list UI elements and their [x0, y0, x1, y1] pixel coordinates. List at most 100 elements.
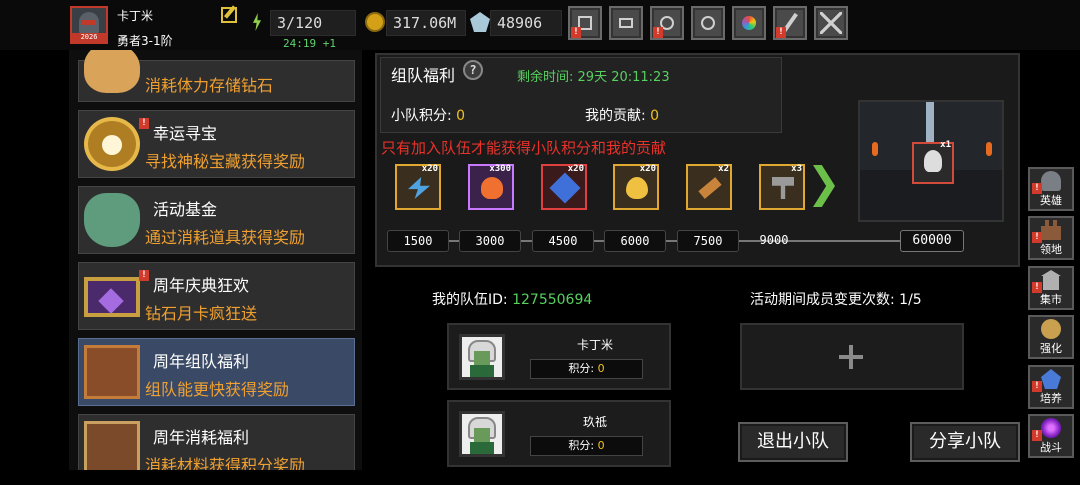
castle-icon — [1041, 220, 1061, 240]
boss-skull-icon — [924, 150, 942, 172]
member-change-count: 活动期间成员变更次数: 1/5 — [750, 292, 922, 308]
member-name: 玖祗 — [582, 415, 607, 429]
help-icon[interactable]: ? — [463, 60, 483, 80]
team-id-value: 127550694 — [512, 292, 593, 308]
event-item-team-benefit[interactable]: 周年组队福利 组队能更快获得奖励 — [78, 338, 355, 406]
event-title: 周年庆典狂欢 — [153, 276, 250, 295]
color-wheel-icon — [742, 16, 756, 30]
nav-territory[interactable]: ! 领地 — [1028, 216, 1074, 260]
milestone-9000: 9000 — [759, 233, 789, 247]
alert-badge: ! — [776, 27, 786, 38]
cultivate-icon — [1041, 369, 1061, 389]
energy-timer: 24:19 +1 — [283, 37, 336, 50]
milestone-7500: 7500 — [677, 230, 739, 252]
monthly-card-icon — [84, 277, 140, 317]
lightning-scroll-icon — [408, 177, 430, 199]
event-item-anniversary-carnival[interactable]: ! 周年庆典狂欢 钻石月卡疯狂送 — [78, 262, 355, 330]
shop-button[interactable]: ! — [568, 6, 602, 40]
settings-button[interactable] — [691, 6, 725, 40]
skill-button[interactable]: ! — [773, 6, 807, 40]
nav-battle[interactable]: ! 战斗 — [1028, 414, 1074, 458]
money-bag-icon — [84, 193, 140, 247]
energy-counter[interactable]: 3/120 — [270, 10, 356, 36]
event-item-diamond-bank[interactable]: 消耗体力存储钻石 — [78, 50, 355, 102]
my-contribution: 我的贡献: 0 — [585, 108, 660, 124]
my-contribution-value: 0 — [650, 108, 660, 124]
color-wheel-button[interactable] — [732, 6, 766, 40]
treasure-medal-icon — [84, 117, 140, 171]
event-subtitle: 寻找神秘宝藏获得奖励 — [145, 152, 306, 171]
event-subtitle: 组队能更快获得奖励 — [145, 380, 290, 399]
gem-counter[interactable]: 48906 — [490, 10, 562, 36]
event-title: 周年组队福利 — [153, 352, 250, 371]
member-name: 卡丁米 — [576, 338, 613, 352]
team-id: 我的队伍ID: 127550694 — [432, 292, 593, 308]
reward-slot[interactable]: x3 — [759, 164, 805, 210]
alert-badge: ! — [139, 270, 149, 281]
add-member-slot[interactable] — [740, 323, 964, 390]
open-chest-icon — [84, 421, 140, 470]
event-subtitle: 消耗材料获得积分奖励 — [145, 456, 306, 470]
final-reward-preview[interactable]: x1 — [858, 100, 1004, 222]
mail-button[interactable] — [609, 6, 643, 40]
reward-slot[interactable]: x2 — [686, 164, 732, 210]
mail-icon — [619, 18, 633, 28]
reward-slot[interactable]: x20 — [395, 164, 441, 210]
remaining-time: 剩余时间: 29天 20:11:23 — [517, 70, 670, 85]
reward-qty: x20 — [567, 164, 584, 174]
share-team-button[interactable]: 分享小队 — [910, 422, 1020, 462]
nav-cultivate[interactable]: ! 培养 — [1028, 365, 1074, 409]
forge-icon — [1041, 319, 1061, 339]
blue-gem-icon — [549, 172, 581, 204]
event-item-fund[interactable]: 活动基金 通过消耗道具获得奖励 — [78, 186, 355, 254]
reward-qty: x20 — [421, 164, 438, 174]
reward-qty: x3 — [791, 164, 802, 174]
event-subtitle: 通过消耗道具获得奖励 — [145, 228, 306, 247]
battle-button[interactable] — [814, 6, 848, 40]
reward-slot[interactable]: x20 — [541, 164, 587, 210]
crossed-swords-icon — [820, 12, 842, 34]
milestone-6000: 6000 — [604, 230, 666, 252]
reward-qty: x20 — [639, 164, 656, 174]
nav-enhance[interactable]: 强化 — [1028, 315, 1074, 359]
alert-badge: ! — [139, 118, 149, 129]
reward-slot[interactable]: x20 — [613, 164, 659, 210]
event-list[interactable]: 消耗体力存储钻石 ! 幸运寻宝 寻找神秘宝藏获得奖励 活动基金 通过消耗道具获得… — [69, 50, 362, 470]
helmet-icon — [1041, 171, 1061, 191]
event-title: 周年消耗福利 — [153, 428, 250, 447]
remaining-time-value: 29天 20:11:23 — [577, 70, 670, 85]
nav-hero[interactable]: ! 英雄 — [1028, 167, 1074, 211]
reward-slot[interactable]: x300 — [468, 164, 514, 210]
final-milestone: 60000 — [900, 230, 964, 252]
event-subtitle: 消耗体力存储钻石 — [145, 76, 274, 95]
player-avatar[interactable]: 2026 — [70, 6, 108, 44]
leave-team-button[interactable]: 退出小队 — [738, 422, 848, 462]
avatar-level-badge: 2026 — [72, 33, 106, 42]
team-chest-icon — [84, 345, 140, 399]
player-rank: 勇者3-1阶 — [117, 34, 173, 48]
energy-icon — [249, 12, 269, 32]
gold-counter[interactable]: 317.06M — [386, 10, 466, 36]
hammer-icon — [772, 177, 794, 199]
market-icon — [1041, 270, 1061, 290]
team-score: 小队积分: 0 — [391, 108, 466, 124]
nav-market[interactable]: ! 集市 — [1028, 266, 1074, 310]
player-name: 卡丁米 — [117, 9, 154, 23]
gamepad-button[interactable]: ! — [650, 6, 684, 40]
event-subtitle: 钻石月卡疯狂送 — [145, 304, 258, 323]
gold-coin-icon — [365, 12, 385, 32]
scroll-icon — [698, 177, 722, 199]
event-item-consume-benefit[interactable]: 周年消耗福利 消耗材料获得积分奖励 — [78, 414, 355, 470]
torch-icon — [872, 142, 878, 156]
plus-icon — [839, 345, 863, 369]
boss-reward-slot[interactable]: x1 — [912, 140, 954, 184]
team-member-card[interactable]: 玖祗 积分: 0 — [447, 400, 671, 467]
event-title: 幸运寻宝 — [153, 124, 218, 143]
event-item-lucky-treasure[interactable]: ! 幸运寻宝 寻找神秘宝藏获得奖励 — [78, 110, 355, 178]
piggy-bank-icon — [84, 50, 140, 93]
alert-badge: ! — [571, 27, 581, 38]
edit-name-icon[interactable] — [221, 7, 237, 23]
team-member-card[interactable]: 卡丁米 积分: 0 — [447, 323, 671, 390]
member-change-value: 1/5 — [899, 292, 922, 308]
avatar — [459, 411, 505, 457]
